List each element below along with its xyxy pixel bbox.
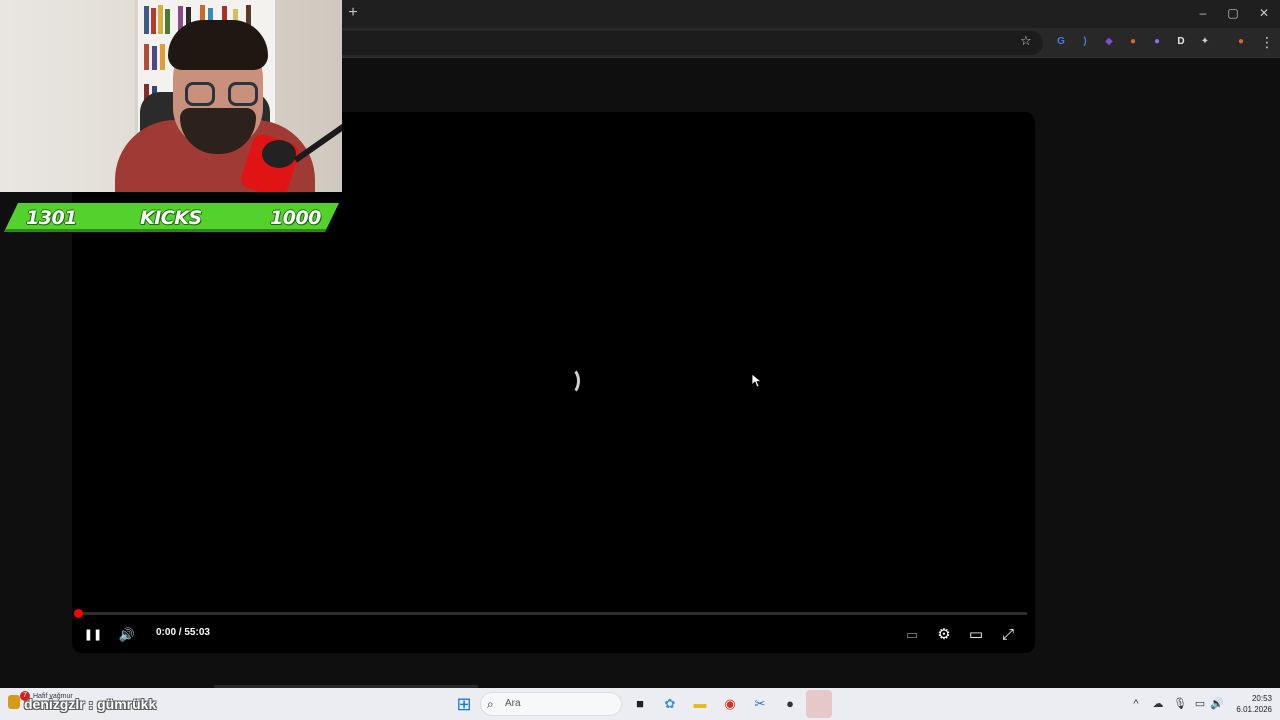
restore-button[interactable]: ▢	[1223, 4, 1243, 22]
theater-mode-button[interactable]: ▭	[965, 624, 987, 646]
system-clock[interactable]: 20:53 6.01.2026	[1228, 693, 1272, 715]
glasses-left-lens	[185, 82, 215, 106]
puzzle-extensions-icon[interactable]: ✦	[1198, 35, 1212, 49]
volume-tray-icon[interactable]: 🔊	[1210, 697, 1224, 711]
active-app-highlight	[806, 690, 832, 718]
webcam-feed	[0, 0, 342, 192]
search-placeholder: Ara	[505, 698, 521, 709]
audio-extension-icon[interactable]: )	[1078, 35, 1092, 49]
chat-overlay-message: denizgzlr : gümrükk	[24, 696, 157, 712]
start-button-icon[interactable]: ⊞	[455, 694, 473, 714]
new-tab-button[interactable]: +	[346, 5, 360, 21]
scrubber-handle[interactable]	[74, 609, 83, 618]
time-total: 55:03	[184, 627, 210, 638]
microphone-grille	[262, 140, 296, 168]
cloud-extension-icon[interactable]: ●	[1150, 35, 1164, 49]
search-icon: ⌕	[487, 697, 494, 711]
clock-time: 20:53	[1251, 694, 1272, 703]
windows-taskbar: 7 Hafif yağmur denizgzlr : gümrükk ⊞☁■✿▬…	[0, 688, 1280, 720]
fullscreen-button[interactable]: ⤢	[997, 624, 1019, 646]
kicks-goal-count: 1000	[270, 207, 321, 229]
obs-app-icon[interactable]: ●	[782, 696, 798, 712]
chrome-app-icon[interactable]: ◉	[722, 696, 738, 712]
fox-extension-icon[interactable]: ●	[1126, 35, 1140, 49]
clock-date: 6.01.2026	[1236, 705, 1272, 714]
onedrive-icon[interactable]: ☁	[1151, 697, 1165, 711]
network-icon[interactable]: ▭	[1193, 697, 1207, 711]
mouse-cursor-icon	[752, 374, 762, 388]
terminal-app-icon[interactable]: ■	[632, 696, 648, 712]
progress-bar[interactable]	[80, 612, 1027, 615]
file-explorer-icon[interactable]: ▬	[692, 696, 708, 712]
close-window-button[interactable]: ✕	[1254, 4, 1274, 22]
loading-spinner-icon	[560, 367, 580, 395]
person-hair	[168, 20, 268, 70]
microphone-icon[interactable]: 🎙	[1173, 697, 1187, 711]
browser-menu-icon[interactable]: ⋮	[1260, 33, 1274, 51]
translate-extension-icon[interactable]: G	[1054, 35, 1068, 49]
snipping-tool-icon[interactable]: ✂	[752, 696, 768, 712]
time-display: 0:00 / 55:03	[156, 627, 210, 638]
copilot-app-icon[interactable]: ✿	[662, 696, 678, 712]
kicks-label: KICKS	[140, 207, 202, 229]
volume-button[interactable]: 🔊	[116, 624, 138, 646]
shield-extension-icon[interactable]: ◆	[1102, 35, 1116, 49]
weather-icon[interactable]	[8, 695, 20, 709]
profile-avatar-icon[interactable]: ●	[1234, 35, 1248, 49]
pause-button[interactable]: ❚❚	[82, 624, 104, 646]
minimize-button[interactable]: –	[1193, 4, 1213, 22]
time-current: 0:00	[156, 627, 177, 638]
bookmark-star-icon[interactable]: ☆	[1020, 34, 1034, 48]
kicks-current-count: 1301	[26, 207, 77, 229]
subtitles-button[interactable]: ▭	[901, 624, 923, 646]
d-extension-icon[interactable]: D	[1174, 35, 1188, 49]
taskbar-search[interactable]: ⌕ Ara	[480, 692, 622, 716]
tray-chevron-icon[interactable]: ^	[1129, 697, 1143, 711]
settings-button[interactable]: ⚙	[933, 624, 955, 646]
glasses-right-lens	[228, 82, 258, 106]
kicks-goal-bar: 1301 KICKS 1000	[4, 203, 339, 232]
video-player[interactable]: ❚❚ 🔊 0:00 / 55:03 ▭ ⚙ ▭ ⤢	[72, 112, 1035, 653]
